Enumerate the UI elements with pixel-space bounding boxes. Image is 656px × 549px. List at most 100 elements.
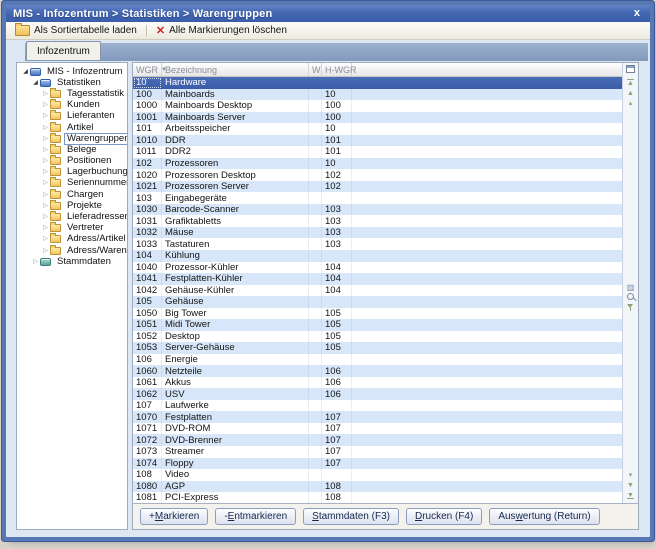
table-row[interactable]: 1041Festplatten-Kühler104: [133, 273, 623, 285]
tab-infozentrum[interactable]: Infozentrum: [26, 41, 101, 60]
table-row[interactable]: 101Arbeitsspeicher10: [133, 123, 623, 135]
tree-item-vertreter[interactable]: ▷Vertreter: [17, 223, 127, 234]
column-header-bezeichnung[interactable]: Bezeichnung: [162, 63, 309, 76]
table-row[interactable]: 1000Mainboards Desktop100: [133, 100, 623, 112]
stammdaten-f3-button[interactable]: Stammdaten (F3): [303, 508, 399, 525]
table-row[interactable]: 106Energie: [133, 354, 623, 366]
expand-arrow-icon[interactable]: ▷: [41, 214, 50, 220]
table-row[interactable]: 1030Barcode-Scanner103: [133, 204, 623, 216]
table-row[interactable]: 102Prozessoren10: [133, 158, 623, 170]
table-row[interactable]: 108Video: [133, 469, 623, 481]
table-row[interactable]: 1042Gehäuse-Kühler104: [133, 285, 623, 297]
table-row[interactable]: 105Gehäuse: [133, 296, 623, 308]
drucken-f4-button[interactable]: Drucken (F4): [406, 508, 482, 525]
search-icon[interactable]: [624, 293, 637, 302]
tree-item-warengruppen[interactable]: ▷Warengruppen: [17, 133, 127, 144]
column-header-w[interactable]: W: [309, 63, 322, 76]
table-row[interactable]: 1011DDR2101: [133, 146, 623, 158]
load-sort-table-button[interactable]: Als Sortiertabelle laden: [10, 24, 142, 37]
table-row[interactable]: 1010DDR101: [133, 135, 623, 147]
table-row[interactable]: 10Hardware: [133, 77, 623, 89]
expand-arrow-icon[interactable]: ▷: [41, 113, 50, 119]
expand-arrow-icon[interactable]: ▷: [41, 203, 50, 209]
table-row[interactable]: 1033Tastaturen103: [133, 238, 623, 250]
scroll-up-icon[interactable]: ▴: [624, 99, 637, 108]
cell-filler: [352, 492, 623, 503]
load-sort-table-label: Als Sortiertabelle laden: [34, 25, 137, 36]
expand-arrow-icon[interactable]: ▷: [41, 225, 50, 231]
clear-all-marks-button[interactable]: ✕ Alle Markierungen löschen: [151, 24, 292, 37]
tree-item-label: Lieferanten: [64, 110, 118, 122]
expand-arrow-icon[interactable]: ▷: [41, 192, 50, 198]
tree-item-tagesstatistik[interactable]: ▷Tagesstatistik: [17, 88, 127, 99]
expand-arrow-icon[interactable]: ▷: [41, 158, 50, 164]
scroll-down-page-icon[interactable]: ▼: [624, 481, 637, 490]
table-row[interactable]: 1061Akkus106: [133, 377, 623, 389]
expand-arrow-icon[interactable]: ▷: [41, 91, 50, 97]
table-row[interactable]: 1053Server-Gehäuse105: [133, 342, 623, 354]
table-row[interactable]: 1001Mainboards Server100: [133, 112, 623, 124]
column-header-wgr[interactable]: WGR ▼: [133, 63, 162, 76]
table-row[interactable]: 1073Streamer107: [133, 446, 623, 458]
table-row[interactable]: 1052Desktop105: [133, 331, 623, 343]
tree-item-adress-artikel[interactable]: ▷Adress/Artikel: [17, 234, 127, 245]
tree-item-lieferadressen[interactable]: ▷Lieferadressen: [17, 211, 127, 222]
tree-item-kunden[interactable]: ▷Kunden: [17, 100, 127, 111]
scroll-to-top-icon[interactable]: ▲: [624, 79, 637, 88]
table-row[interactable]: 1071DVD-ROM107: [133, 423, 623, 435]
expand-arrow-icon[interactable]: ▷: [41, 236, 50, 242]
table-row[interactable]: 1050Big Tower105: [133, 308, 623, 320]
tree-item-belege[interactable]: ▷Belege: [17, 144, 127, 155]
table-row[interactable]: 103Eingabegeräte: [133, 192, 623, 204]
tree-item-projekte[interactable]: ▷Projekte: [17, 200, 127, 211]
tree-item-positionen[interactable]: ▷Positionen: [17, 156, 127, 167]
tree-item-chargen[interactable]: ▷Chargen: [17, 189, 127, 200]
table-row[interactable]: 1032Mäuse103: [133, 227, 623, 239]
table-row[interactable]: 1051Midi Tower105: [133, 319, 623, 331]
scroll-to-bottom-icon[interactable]: ▼: [624, 491, 637, 500]
table-row[interactable]: 1070Festplatten107: [133, 411, 623, 423]
scroll-down-icon[interactable]: ▾: [624, 471, 637, 480]
table-row[interactable]: 1072DVD-Brenner107: [133, 434, 623, 446]
expand-arrow-icon[interactable]: ▷: [41, 102, 50, 108]
table-row[interactable]: 100Mainboards10: [133, 89, 623, 101]
tree-item-adress-warengruppen[interactable]: ▷Adress/Warengruppen: [17, 245, 127, 256]
tree-item-artikel[interactable]: ▷Artikel: [17, 122, 127, 133]
table-row[interactable]: 1081PCI-Express108: [133, 492, 623, 503]
tree-item-statistiken[interactable]: ◢Statistiken: [17, 77, 127, 88]
expand-arrow-icon[interactable]: ▷: [41, 169, 50, 175]
column-header-hwgr[interactable]: H-WGR: [322, 63, 352, 76]
expand-arrow-icon[interactable]: ▷: [41, 248, 50, 254]
markieren-button[interactable]: + Markieren: [140, 508, 208, 525]
table-row[interactable]: 107Laufwerke: [133, 400, 623, 412]
table-row[interactable]: 1021Prozessoren Server102: [133, 181, 623, 193]
expand-arrow-icon[interactable]: ▷: [41, 125, 50, 131]
close-button[interactable]: x: [631, 8, 643, 19]
expand-arrow-icon[interactable]: ▷: [31, 259, 40, 265]
tree-item-lagerbuchungen[interactable]: ▷Lagerbuchungen: [17, 167, 127, 178]
tree-item-seriennummern[interactable]: ▷Seriennummern: [17, 178, 127, 189]
table-row[interactable]: 1031Grafiktabletts103: [133, 215, 623, 227]
table-row[interactable]: 1020Prozessoren Desktop102: [133, 169, 623, 181]
auswertung-return-button[interactable]: Auswertung (Return): [489, 508, 599, 525]
entmarkieren-button[interactable]: - Entmarkieren: [215, 508, 296, 525]
table-row[interactable]: 1060Netzteile106: [133, 365, 623, 377]
table-row[interactable]: 1062USV106: [133, 388, 623, 400]
expand-arrow-icon[interactable]: ▷: [41, 147, 50, 153]
tree-item-mis-infozentrum[interactable]: ◢MIS - Infozentrum: [17, 66, 127, 77]
collapse-arrow-icon[interactable]: ◢: [21, 69, 30, 75]
column-select-icon[interactable]: ▥: [624, 283, 637, 292]
strip-group-header: [623, 64, 638, 74]
expand-arrow-icon[interactable]: ▷: [41, 136, 50, 142]
filter-icon[interactable]: [624, 303, 637, 312]
expand-arrow-icon[interactable]: ▷: [41, 180, 50, 186]
table-row[interactable]: 104Kühlung: [133, 250, 623, 262]
scroll-up-page-icon[interactable]: ▲: [624, 89, 637, 98]
field-chooser-icon[interactable]: [626, 65, 635, 73]
table-row[interactable]: 1074Floppy107: [133, 458, 623, 470]
tree-item-lieferanten[interactable]: ▷ Lieferanten: [17, 111, 127, 122]
table-row[interactable]: 1080AGP108: [133, 481, 623, 493]
table-row[interactable]: 1040Prozessor-Kühler104: [133, 262, 623, 274]
collapse-arrow-icon[interactable]: ◢: [31, 80, 40, 86]
tree-item-stammdaten[interactable]: ▷Stammdaten: [17, 256, 127, 267]
